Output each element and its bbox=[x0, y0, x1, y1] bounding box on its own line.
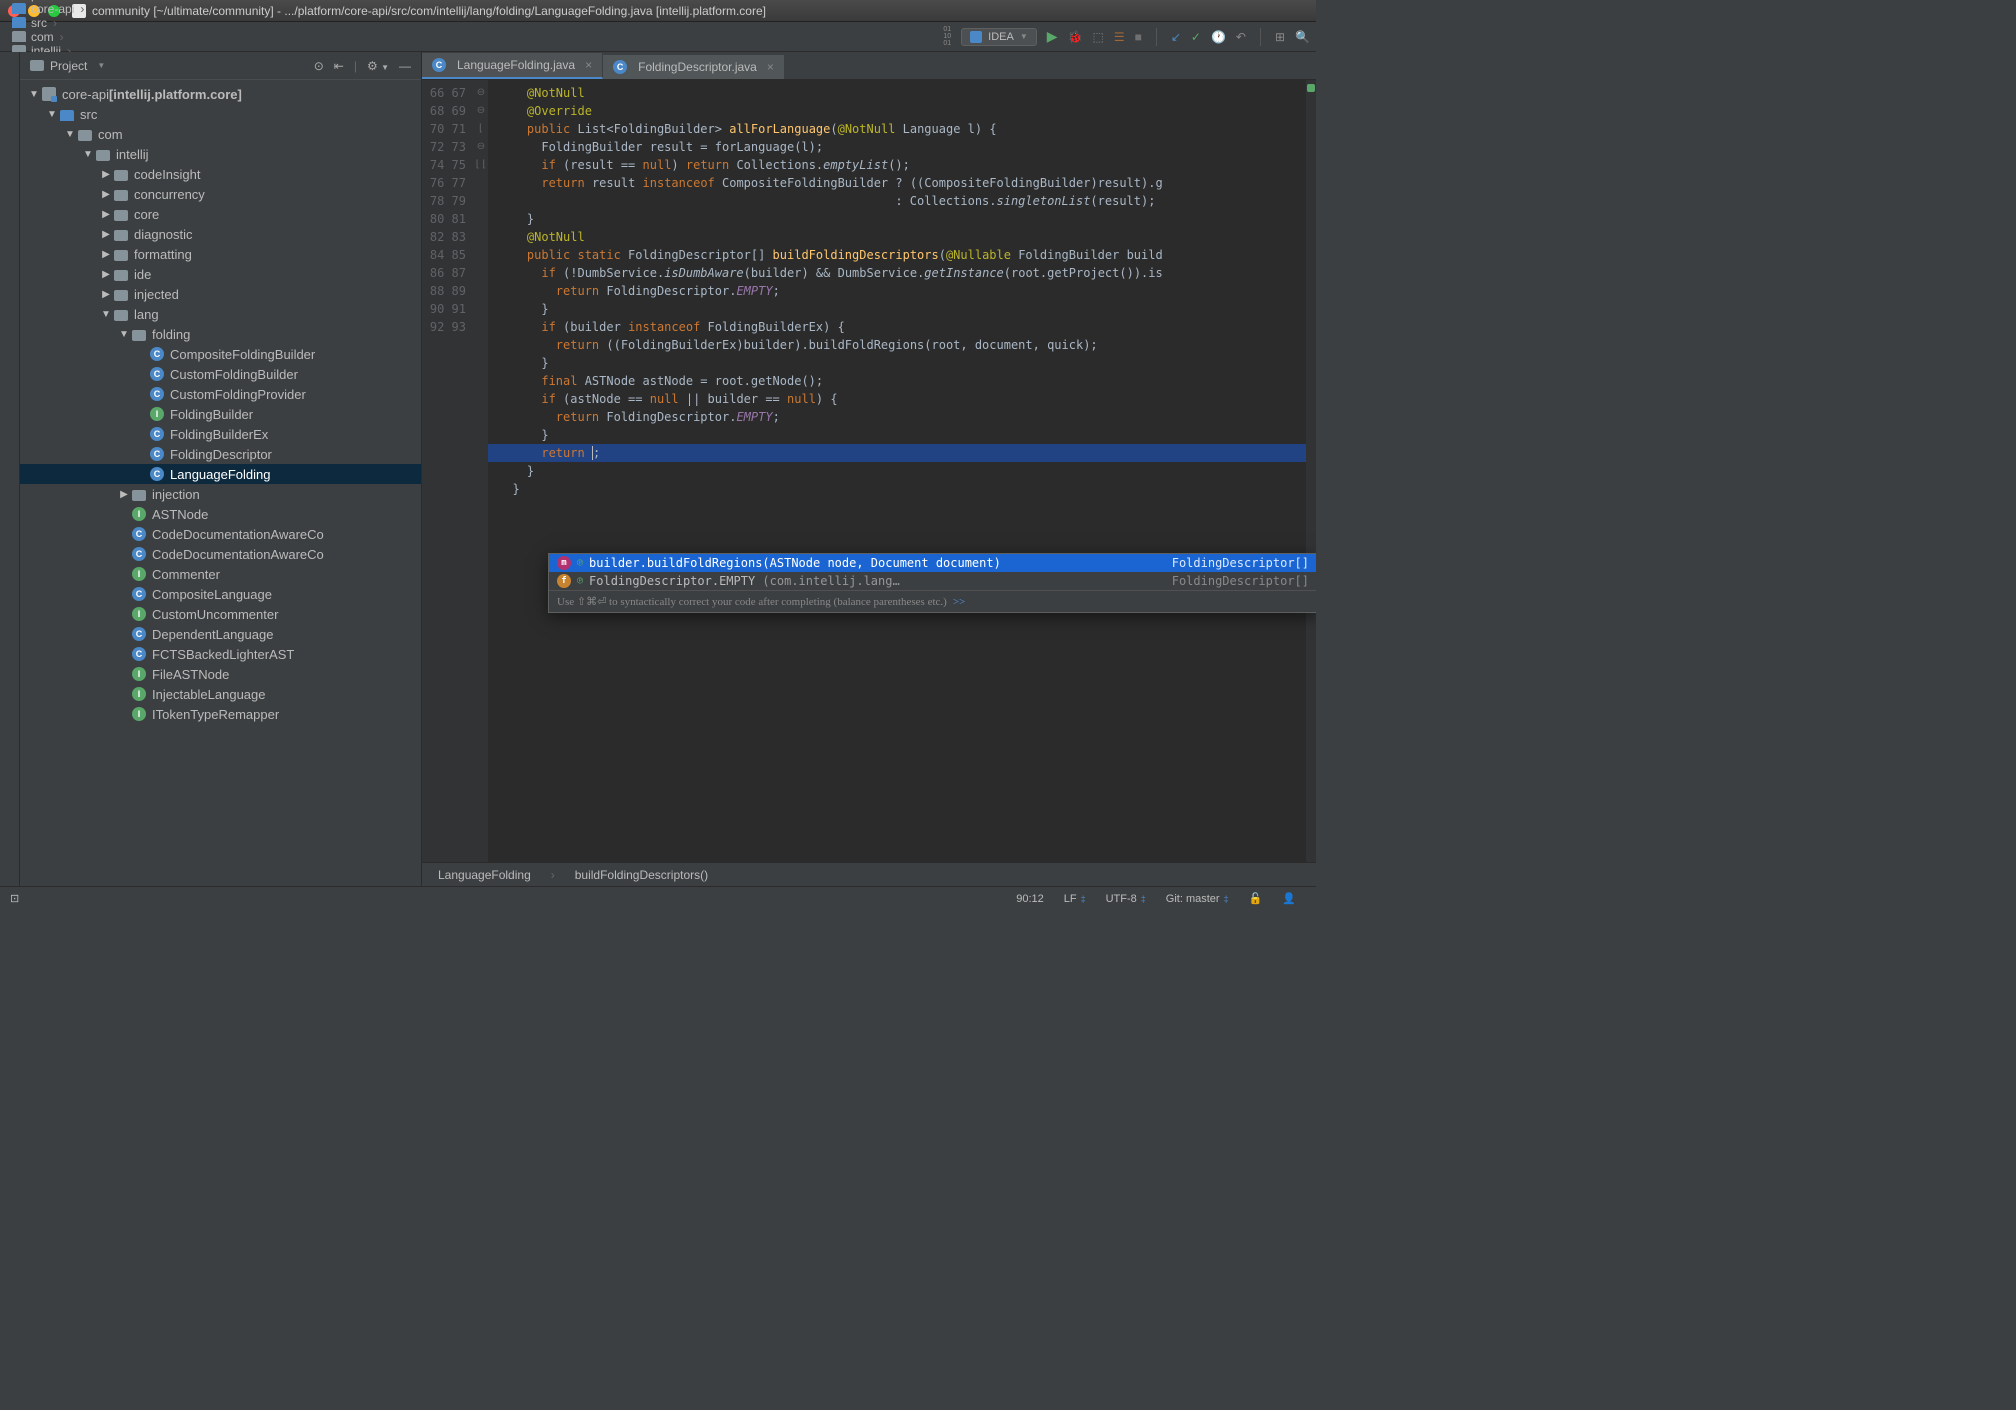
chevron-down-icon: ▼ bbox=[97, 61, 105, 70]
project-tree[interactable]: ▼core-api [intellij.platform.core]▼src▼c… bbox=[20, 80, 421, 886]
tree-item[interactable]: ▶injected bbox=[20, 284, 421, 304]
line-separator[interactable]: LF ‡ bbox=[1054, 893, 1096, 905]
editor-breadcrumb[interactable]: LanguageFolding › buildFoldingDescriptor… bbox=[422, 862, 1316, 886]
project-panel-title: Project bbox=[50, 59, 87, 73]
error-stripe[interactable] bbox=[1306, 80, 1316, 862]
vcs-revert-icon[interactable]: ↶ bbox=[1236, 30, 1246, 44]
navigation-bar: ityplatformcore-apisrccomintellijlangfol… bbox=[0, 22, 1316, 52]
read-only-icon[interactable]: 🔓 bbox=[1239, 892, 1273, 905]
breadcrumb-item[interactable]: src bbox=[6, 16, 136, 30]
tree-item[interactable]: ▶diagnostic bbox=[20, 224, 421, 244]
hector-icon[interactable]: 👤 bbox=[1272, 892, 1306, 905]
tree-item[interactable]: IFileASTNode bbox=[20, 664, 421, 684]
project-panel-header: Project ▼ ⊙ ⇤ | ⚙ ▼ — bbox=[20, 52, 421, 80]
caret-position[interactable]: 90:12 bbox=[1006, 893, 1054, 905]
coverage-icon[interactable]: ⬚ bbox=[1092, 30, 1103, 44]
tree-item[interactable]: ▶codeInsight bbox=[20, 164, 421, 184]
fold-gutter[interactable]: ⊖ ⊖ ⌊ ⊖ ⌊ ⌊ bbox=[474, 80, 488, 862]
editor-tab[interactable]: CFoldingDescriptor.java× bbox=[603, 55, 785, 79]
code-completion-popup[interactable]: m℗ builder.buildFoldRegions(ASTNode node… bbox=[548, 553, 1316, 613]
editor-tab[interactable]: CLanguageFolding.java× bbox=[422, 53, 603, 79]
completion-hint-link[interactable]: >> bbox=[953, 596, 965, 608]
tool-window-stripe-left[interactable] bbox=[0, 52, 20, 886]
title-bar: community [~/ultimate/community] - .../p… bbox=[0, 0, 1316, 22]
title-text: community [~/ultimate/community] - .../p… bbox=[92, 4, 766, 18]
hide-icon[interactable]: — bbox=[399, 59, 411, 73]
project-tool-window: Project ▼ ⊙ ⇤ | ⚙ ▼ — ▼core-api [intelli… bbox=[20, 52, 422, 886]
status-bar: ⊡ 90:12 LF ‡ UTF-8 ‡ Git: master ‡ 🔓 👤 bbox=[0, 886, 1316, 910]
project-icon bbox=[30, 60, 44, 71]
tool-toggle-icon[interactable]: ⊡ bbox=[10, 892, 30, 905]
tree-item[interactable]: ▼core-api [intellij.platform.core] bbox=[20, 84, 421, 104]
close-tab-icon[interactable]: × bbox=[585, 58, 592, 72]
settings-icon[interactable]: ⚙ ▼ bbox=[367, 59, 389, 73]
tree-item[interactable]: ▶concurrency bbox=[20, 184, 421, 204]
main-content: Project ▼ ⊙ ⇤ | ⚙ ▼ — ▼core-api [intelli… bbox=[0, 52, 1316, 886]
tree-item[interactable]: ▼folding bbox=[20, 324, 421, 344]
window-title: community [~/ultimate/community] - .../p… bbox=[72, 4, 766, 18]
close-tab-icon[interactable]: × bbox=[767, 60, 774, 74]
completion-hint: Use ⇧⌘⏎ to syntactically correct your co… bbox=[549, 590, 1316, 612]
git-branch[interactable]: Git: master ‡ bbox=[1156, 893, 1239, 905]
vcs-history-icon[interactable]: 🕐 bbox=[1211, 30, 1226, 44]
toolbar: 011001 IDEA ▼ ▶ 🐞 ⬚ ☰ ■ ↙ ✓ 🕐 ↶ ⊞ 🔍 bbox=[943, 26, 1310, 47]
tree-item[interactable]: IASTNode bbox=[20, 504, 421, 524]
project-view-selector[interactable]: Project ▼ bbox=[30, 59, 105, 73]
editor-body: 66 67 68 69 70 71 72 73 74 75 76 77 78 7… bbox=[422, 80, 1316, 862]
tree-item[interactable]: ▶ide bbox=[20, 264, 421, 284]
run-config-label: IDEA bbox=[988, 31, 1014, 43]
collapse-icon[interactable]: ⇤ bbox=[334, 59, 344, 73]
structure-icon[interactable]: ⊞ bbox=[1275, 30, 1285, 44]
chevron-down-icon: ▼ bbox=[1020, 32, 1028, 41]
tree-item[interactable]: CCustomFoldingBuilder bbox=[20, 364, 421, 384]
tree-item[interactable]: CFCTSBackedLighterAST bbox=[20, 644, 421, 664]
vcs-update-icon[interactable]: ↙ bbox=[1171, 30, 1181, 44]
tree-item[interactable]: CCompositeLanguage bbox=[20, 584, 421, 604]
tree-item[interactable]: ▼com bbox=[20, 124, 421, 144]
breadcrumb-class[interactable]: LanguageFolding bbox=[438, 868, 531, 882]
stop-icon[interactable]: ■ bbox=[1135, 30, 1142, 44]
tree-item[interactable]: CFoldingDescriptor bbox=[20, 444, 421, 464]
tree-item[interactable]: CCustomFoldingProvider bbox=[20, 384, 421, 404]
tree-item[interactable]: IITokenTypeRemapper bbox=[20, 704, 421, 724]
tree-item[interactable]: CCompositeFoldingBuilder bbox=[20, 344, 421, 364]
tree-item[interactable]: ▼src bbox=[20, 104, 421, 124]
profile-icon[interactable]: ☰ bbox=[1114, 30, 1125, 44]
tree-item[interactable]: ▶formatting bbox=[20, 244, 421, 264]
tree-item[interactable]: CCodeDocumentationAwareCo bbox=[20, 524, 421, 544]
completion-item[interactable]: m℗ builder.buildFoldRegions(ASTNode node… bbox=[549, 554, 1316, 572]
code-editor[interactable]: @NotNull @Override public List<FoldingBu… bbox=[488, 80, 1306, 862]
tree-item[interactable]: CDependentLanguage bbox=[20, 624, 421, 644]
idea-icon bbox=[970, 31, 982, 43]
vcs-commit-icon[interactable]: ✓ bbox=[1191, 30, 1201, 44]
locate-icon[interactable]: ⊙ bbox=[314, 59, 324, 73]
completion-item[interactable]: f℗ FoldingDescriptor.EMPTY (com.intellij… bbox=[549, 572, 1316, 590]
line-number-gutter[interactable]: 66 67 68 69 70 71 72 73 74 75 76 77 78 7… bbox=[422, 80, 474, 862]
editor-area: CLanguageFolding.java×CFoldingDescriptor… bbox=[422, 52, 1316, 886]
binary-icon[interactable]: 011001 bbox=[943, 26, 951, 47]
tree-item[interactable]: ▼intellij bbox=[20, 144, 421, 164]
tree-item[interactable]: CCodeDocumentationAwareCo bbox=[20, 544, 421, 564]
tree-item[interactable]: CFoldingBuilderEx bbox=[20, 424, 421, 444]
tree-item[interactable]: ICustomUncommenter bbox=[20, 604, 421, 624]
breadcrumb-item[interactable]: core-api bbox=[6, 2, 136, 16]
tree-item[interactable]: ▶core bbox=[20, 204, 421, 224]
editor-tabs: CLanguageFolding.java×CFoldingDescriptor… bbox=[422, 52, 1316, 80]
tree-item[interactable]: ▶injection bbox=[20, 484, 421, 504]
inspection-ok-icon bbox=[1307, 84, 1315, 92]
debug-icon[interactable]: 🐞 bbox=[1068, 30, 1083, 44]
tree-item[interactable]: IFoldingBuilder bbox=[20, 404, 421, 424]
tree-item[interactable]: CLanguageFolding bbox=[20, 464, 421, 484]
run-icon[interactable]: ▶ bbox=[1047, 28, 1058, 45]
search-icon[interactable]: 🔍 bbox=[1295, 30, 1310, 44]
breadcrumb-item[interactable]: com bbox=[6, 30, 136, 44]
file-encoding[interactable]: UTF-8 ‡ bbox=[1096, 893, 1156, 905]
tree-item[interactable]: IInjectableLanguage bbox=[20, 684, 421, 704]
run-config-selector[interactable]: IDEA ▼ bbox=[961, 28, 1037, 46]
tree-item[interactable]: ▼lang bbox=[20, 304, 421, 324]
tree-item[interactable]: ICommenter bbox=[20, 564, 421, 584]
breadcrumb-method[interactable]: buildFoldingDescriptors() bbox=[575, 868, 708, 882]
